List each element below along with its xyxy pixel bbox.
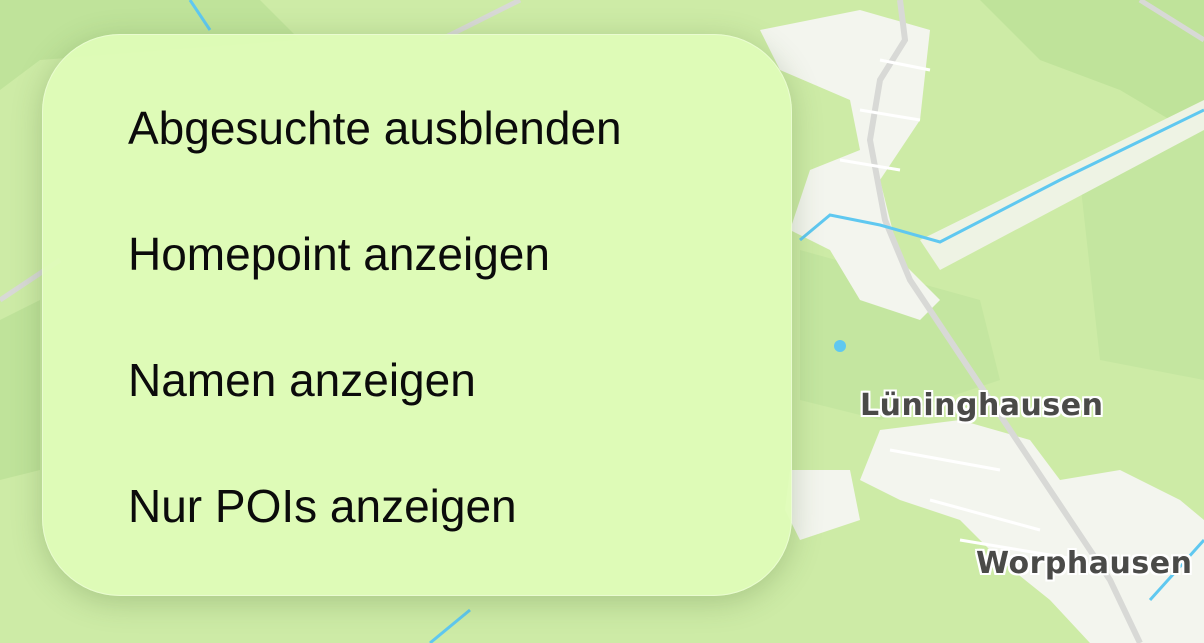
map-pond	[834, 340, 846, 352]
menu-item-show-homepoint[interactable]: Homepoint anzeigen	[128, 224, 550, 284]
place-label-lueninghausen: Lüninghausen	[860, 388, 1104, 423]
menu-item-show-pois-only[interactable]: Nur POIs anzeigen	[128, 476, 517, 536]
menu-item-hide-searched[interactable]: Abgesuchte ausblenden	[128, 98, 622, 158]
place-label-worphausen: Worphausen	[976, 546, 1193, 581]
map-forest-patch	[0, 300, 40, 480]
context-menu: Abgesuchte ausblenden Homepoint anzeigen…	[42, 34, 792, 596]
menu-item-show-names[interactable]: Namen anzeigen	[128, 350, 476, 410]
